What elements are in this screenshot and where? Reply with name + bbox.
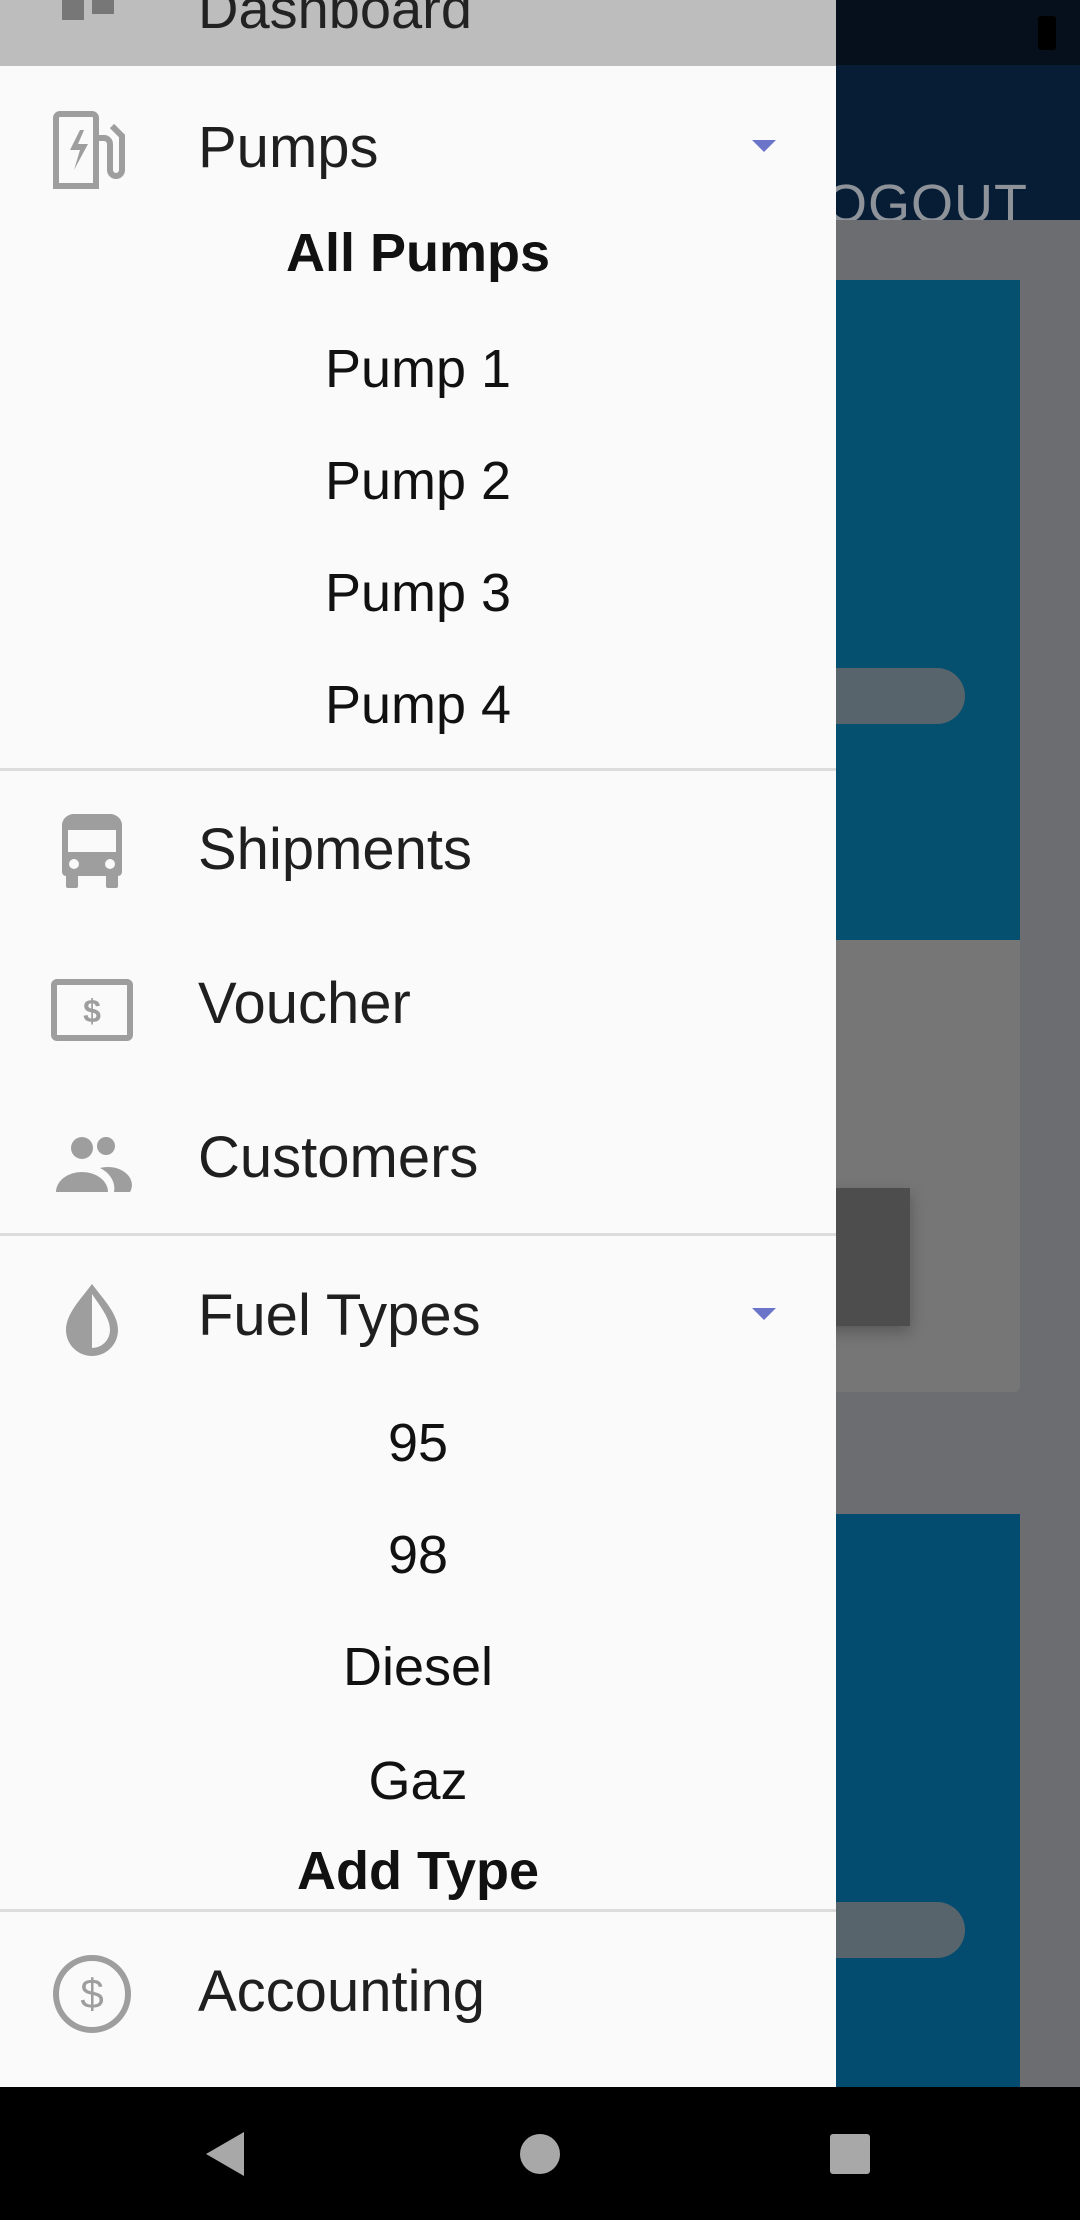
submenu-item-pump-2[interactable]: Pump 2 — [0, 450, 836, 512]
divider — [0, 1909, 836, 1912]
submenu-item-fuel-95[interactable]: 95 — [0, 1412, 836, 1474]
drawer-item-label: Customers — [198, 1125, 479, 1190]
submenu-item-pump-4[interactable]: Pump 4 — [0, 674, 836, 736]
drawer-item-label: Voucher — [198, 971, 411, 1036]
submenu-item-fuel-diesel[interactable]: Diesel — [0, 1636, 836, 1698]
home-icon[interactable] — [520, 2134, 560, 2174]
chevron-down-icon[interactable] — [752, 1308, 776, 1320]
drawer-item-shipments[interactable]: Shipments — [0, 786, 836, 906]
drawer-item-label: Dashboard — [198, 0, 472, 40]
submenu-item-pump-1[interactable]: Pump 1 — [0, 338, 836, 400]
divider — [0, 1233, 836, 1236]
drawer-item-label: Shipments — [198, 817, 473, 882]
navigation-drawer: Dashboard Pumps All Pumps Pump 1 Pump 2 … — [0, 0, 836, 2087]
submenu-item-fuel-98[interactable]: 98 — [0, 1524, 836, 1586]
drawer-item-label: Fuel Types — [198, 1283, 481, 1348]
svg-text:$: $ — [83, 993, 101, 1029]
dollar-circle-icon: $ — [53, 1955, 131, 2033]
drawer-item-pumps[interactable]: Pumps — [0, 84, 836, 204]
divider — [0, 768, 836, 771]
recent-apps-icon[interactable] — [830, 2134, 870, 2174]
drawer-item-label: Accounting — [198, 1959, 485, 2024]
svg-text:$: $ — [80, 1970, 103, 2017]
dollar-bill-icon: $ — [51, 979, 133, 1041]
back-icon[interactable] — [206, 2132, 244, 2176]
people-icon — [56, 1137, 132, 1192]
drawer-item-fuel-types[interactable]: Fuel Types — [0, 1252, 836, 1372]
dashboard-icon — [62, 0, 114, 20]
drawer-item-dashboard[interactable]: Dashboard — [0, 0, 836, 66]
submenu-item-fuel-gaz[interactable]: Gaz — [0, 1750, 836, 1812]
drawer-item-accounting[interactable]: $ Accounting — [0, 1928, 836, 2048]
battery-icon — [1038, 16, 1056, 50]
chevron-down-icon[interactable] — [752, 140, 776, 152]
submenu-item-all-pumps[interactable]: All Pumps — [0, 222, 836, 284]
add-type-button[interactable]: Add Type — [0, 1840, 836, 1902]
bus-icon — [62, 813, 122, 888]
fuel-pump-icon — [53, 111, 125, 189]
water-drop-icon — [66, 1284, 118, 1356]
drawer-item-voucher[interactable]: $ Voucher — [0, 940, 836, 1060]
drawer-item-customers[interactable]: Customers — [0, 1094, 836, 1214]
submenu-item-pump-3[interactable]: Pump 3 — [0, 562, 836, 624]
drawer-item-label: Pumps — [198, 115, 379, 180]
